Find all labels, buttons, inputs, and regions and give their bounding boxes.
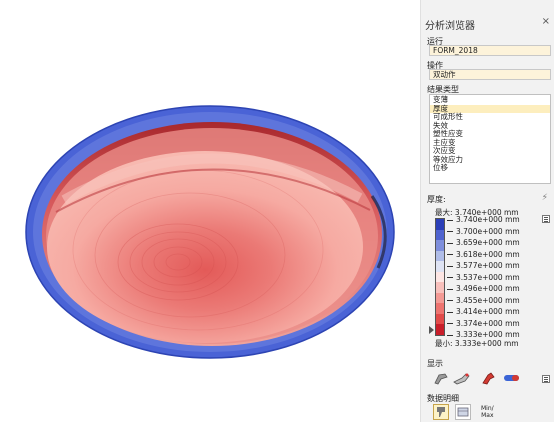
color-bar-segment	[436, 250, 444, 262]
legend-menu-icon[interactable]	[542, 215, 550, 223]
legend-tick: 3.414e+000 mm	[447, 307, 520, 316]
color-bar-segment	[436, 303, 444, 314]
result-item-thinning[interactable]: 变薄	[430, 95, 550, 105]
legend-tick: 3.659e+000 mm	[447, 238, 520, 247]
show-blank-icon[interactable]	[453, 371, 470, 385]
legend-tick: 3.700e+000 mm	[447, 227, 520, 236]
color-bar-segment	[436, 282, 444, 293]
legend-tick: 3.618e+000 mm	[447, 250, 520, 259]
run-field[interactable]: FORM_2018	[429, 45, 551, 56]
analysis-browser-panel: 分析浏览器 × 运行 FORM_2018 操作 双动作 结果类型 变薄 厚度 可…	[420, 0, 554, 422]
minmax-button[interactable]: Min/ Max	[481, 405, 494, 419]
legend-tick: 3.496e+000 mm	[447, 284, 520, 293]
result-type-list[interactable]: 变薄 厚度 可成形性 失效 塑性应变 主应变 次应变 等效应力 位移	[429, 94, 551, 184]
legend-title: 厚度:	[427, 195, 446, 204]
show-tool-icon[interactable]	[481, 371, 497, 385]
legend-tick: 3.374e+000 mm	[447, 319, 520, 328]
panel-title: 分析浏览器	[425, 21, 475, 32]
legend-min: 最小: 3.333e+000 mm	[435, 339, 519, 348]
operation-field[interactable]: 双动作	[429, 69, 551, 80]
show-part-icon[interactable]	[433, 371, 449, 385]
part-render	[25, 105, 395, 359]
display-label: 显示	[427, 359, 443, 368]
legend-tick: 3.455e+000 mm	[447, 296, 520, 305]
color-bar-segment	[436, 324, 444, 335]
color-bar-segment	[436, 229, 444, 241]
color-bar-segment	[436, 261, 444, 272]
legend-tick: 3.537e+000 mm	[447, 273, 520, 282]
result-item-equivalent-stress[interactable]: 等效应力	[430, 155, 550, 165]
color-bar	[435, 218, 445, 336]
3d-viewport[interactable]	[0, 0, 420, 422]
result-item-formability[interactable]: 可成形性	[430, 112, 550, 122]
legend-pointer-icon[interactable]	[429, 326, 434, 334]
color-bar-segment	[436, 219, 444, 230]
probe-icon[interactable]	[433, 404, 449, 420]
color-bar-segment	[436, 271, 444, 283]
result-item-displacement[interactable]: 位移	[430, 163, 550, 173]
legend-tick: 3.577e+000 mm	[447, 261, 520, 270]
table-icon[interactable]	[455, 404, 471, 420]
legend-tick: 3.740e+000 mm	[447, 215, 520, 224]
color-bar-segment	[436, 240, 444, 251]
color-bar-segment	[436, 313, 444, 325]
lightning-icon[interactable]: ⚡	[542, 193, 548, 203]
display-menu-icon[interactable]	[542, 375, 550, 383]
close-icon[interactable]: ×	[542, 16, 550, 27]
show-contour-icon[interactable]	[503, 373, 519, 387]
data-detail-label: 数据明细	[427, 394, 459, 403]
color-bar-segment	[436, 292, 444, 304]
